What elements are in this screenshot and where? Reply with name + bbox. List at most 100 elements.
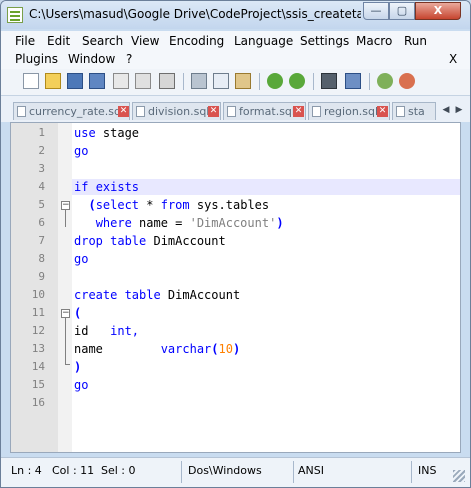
code-line-13: name varchar(10) [74,340,240,358]
code-token: ) [276,216,284,230]
code-token: DimAccount [160,288,241,302]
redo-icon[interactable] [289,73,305,89]
fold-toggle-icon[interactable]: − [61,309,70,318]
tab-label: division.sql [148,105,210,118]
menu-window[interactable]: Window [68,52,115,66]
menu-plugins[interactable]: Plugins [15,52,58,66]
line-number: 10 [31,288,45,301]
code-line-6: where name = 'DimAccount') [74,214,284,232]
code-token: * [139,198,161,212]
status-bar: Ln : 4 Col : 11 Sel : 0 Dos\Windows ANSI… [1,457,470,487]
tab-close-icon[interactable]: ✕ [377,106,388,117]
code-token: go [74,144,89,158]
code-token: varchar [160,342,212,356]
tab-scroll-right-icon[interactable]: ▶ [453,102,465,118]
tab-division[interactable]: division.sql ✕ [132,102,221,120]
code-token: ) [232,342,241,356]
line-number: 6 [38,216,45,229]
tab-currency-rate[interactable]: currency_rate.sql ✕ [13,102,130,120]
replace-icon[interactable] [345,73,361,89]
tab-scroll-left-icon[interactable]: ◀ [440,102,452,118]
code-line-1: use stage [74,124,139,142]
document-icon [227,106,236,117]
toolbar-separator [183,73,184,90]
paste-icon[interactable] [235,73,251,89]
resize-grip-icon[interactable] [453,470,465,482]
tab-close-icon[interactable]: ✕ [118,106,129,117]
fold-margin [58,123,72,452]
code-token: where [95,216,132,230]
open-file-icon[interactable] [45,73,61,89]
code-token: ( [74,306,82,320]
code-token: id [74,324,111,338]
tab-region[interactable]: region.sql ✕ [308,102,390,120]
code-line-14: ) [74,358,81,376]
line-number: 16 [31,396,45,409]
toolbar-separator [313,73,314,90]
cut-icon[interactable] [191,73,207,89]
line-number: 9 [38,270,45,283]
menu-help[interactable]: ? [126,52,132,66]
code-token: select [95,198,140,212]
document-icon [312,106,321,117]
line-number: 15 [31,378,45,391]
line-number: 5 [38,198,45,211]
tab-close-icon[interactable]: ✕ [208,106,219,117]
app-window: C:\Users\masud\Google Drive\CodeProject\… [0,0,471,488]
menu-view[interactable]: View [131,34,159,48]
menu-run[interactable]: Run [404,34,427,48]
minimize-button[interactable]: — [363,2,389,20]
menu-language[interactable]: Language [234,34,293,48]
line-number: 4 [38,180,45,193]
menu-file[interactable]: File [15,34,35,48]
code-token: go [74,378,89,392]
toolbar [1,69,470,96]
document-icon [136,106,145,117]
code-line-4: if exists [74,178,139,196]
tab-bar: currency_rate.sql ✕ division.sql ✕ forma… [1,96,470,122]
tab-format[interactable]: format.sql ✕ [223,102,306,120]
menu-search[interactable]: Search [82,34,123,48]
undo-icon[interactable] [267,73,283,89]
code-token: create table [74,288,161,302]
maximize-button[interactable]: ▢ [389,2,415,20]
close-icon[interactable] [113,73,129,89]
zoom-in-icon[interactable] [377,73,393,89]
new-file-icon[interactable] [23,73,39,89]
line-number: 14 [31,360,45,373]
code-token: sys.tables [189,198,270,212]
status-insert-mode: INS [418,464,437,477]
save-icon[interactable] [67,73,83,89]
close-all-icon[interactable] [135,73,151,89]
document-close-button[interactable]: X [449,52,457,66]
code-editor[interactable]: 1 2 3 4 5 6 7 8 9 10 11 12 13 14 15 16 −… [10,122,461,453]
print-icon[interactable] [159,73,175,89]
line-number: 13 [31,342,45,355]
code-line-8: go [74,250,88,268]
tab-label: sta [408,105,425,118]
code-token: 10 [218,342,233,356]
code-line-2: go [74,142,88,160]
save-all-icon[interactable] [89,73,105,89]
find-icon[interactable] [321,73,337,89]
line-number: 7 [38,234,45,247]
menu-edit[interactable]: Edit [47,34,70,48]
toolbar-separator [259,73,260,90]
close-button[interactable]: X [415,2,461,20]
status-column: Col : 11 [52,464,95,477]
copy-icon[interactable] [213,73,229,89]
status-separator [181,461,182,483]
line-number: 3 [38,162,45,175]
menu-encoding[interactable]: Encoding [169,34,224,48]
fold-toggle-icon[interactable]: − [61,201,70,210]
menu-settings[interactable]: Settings [300,34,349,48]
code-token: int, [110,324,140,338]
tab-close-icon[interactable]: ✕ [293,106,304,117]
menu-macro[interactable]: Macro [356,34,392,48]
zoom-out-icon[interactable] [399,73,415,89]
status-separator [411,461,412,483]
menu-bar: File Edit Search View Encoding Language … [1,31,470,69]
tab-sta[interactable]: sta [392,102,436,120]
